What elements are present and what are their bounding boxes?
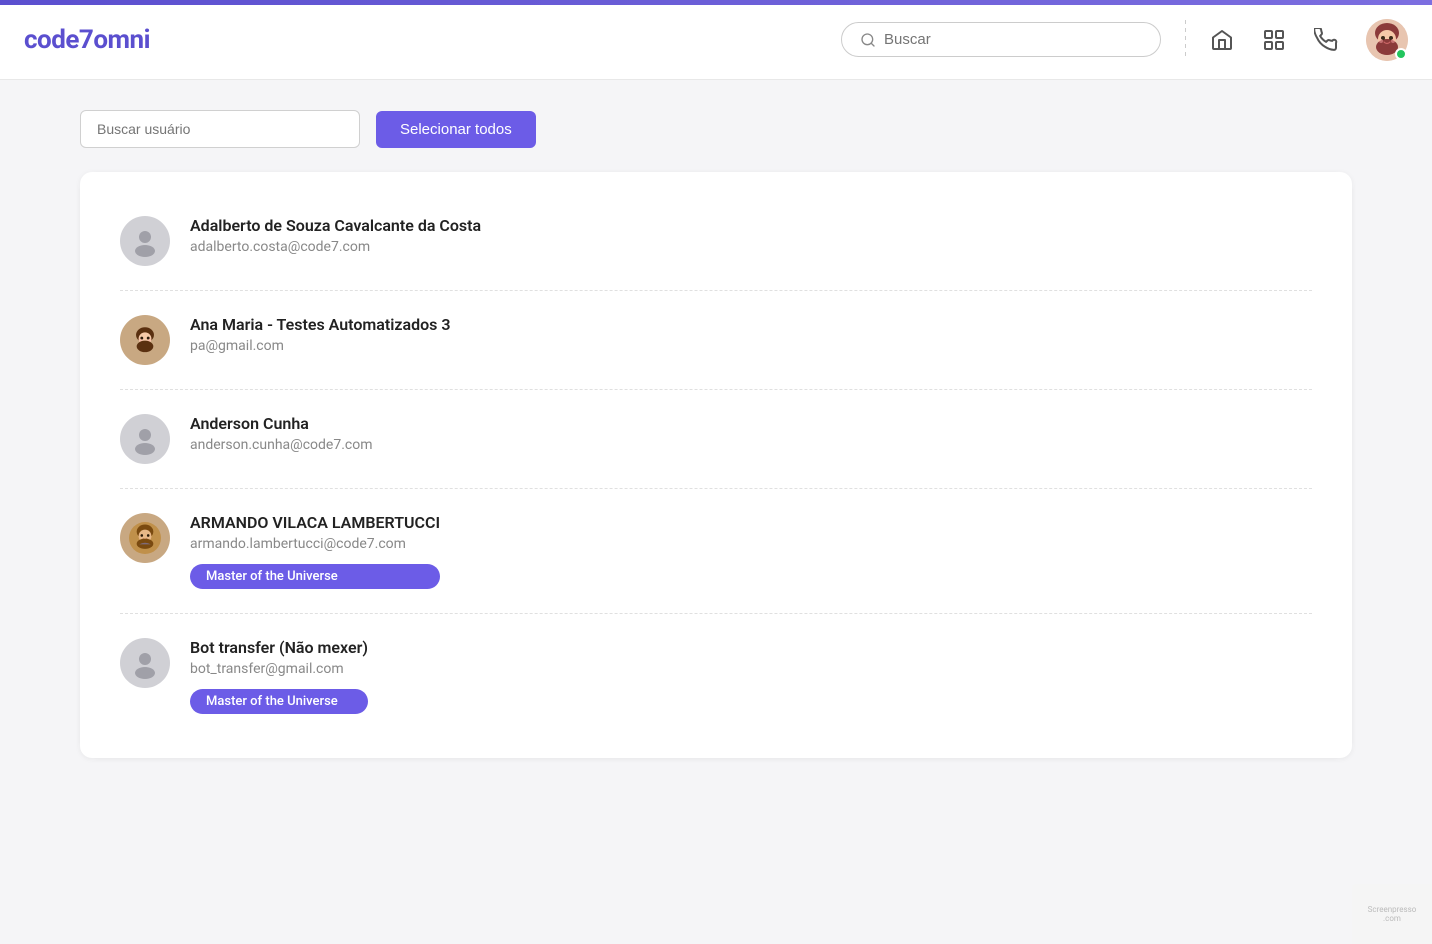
select-all-button[interactable]: Selecionar todos	[376, 111, 536, 148]
table-row[interactable]: Adalberto de Souza Cavalcante da Costa a…	[120, 192, 1312, 291]
avatar	[120, 638, 170, 688]
logo-suffix: omni	[93, 25, 150, 55]
search-icon	[860, 32, 876, 48]
default-avatar-icon	[129, 225, 161, 257]
table-row[interactable]: Bot transfer (Não mexer) bot_transfer@gm…	[120, 614, 1312, 738]
logo: code7omni	[24, 25, 150, 55]
user-name: ARMANDO VILACA LAMBERTUCCI	[190, 513, 440, 532]
topbar-icons	[1210, 19, 1408, 61]
user-info: ARMANDO VILACA LAMBERTUCCI armando.lambe…	[190, 513, 440, 589]
user-email: anderson.cunha@code7.com	[190, 437, 373, 453]
avatar	[120, 315, 170, 365]
avatar	[120, 414, 170, 464]
watermark: Screenpresso.com	[1352, 884, 1432, 944]
status-badge: Master of the Universe	[190, 689, 368, 714]
global-search-input[interactable]	[884, 31, 1142, 48]
user-email: adalberto.costa@code7.com	[190, 239, 481, 255]
status-badge: Master of the Universe	[190, 564, 440, 589]
default-avatar-icon	[129, 423, 161, 455]
logo-number: 7	[79, 25, 93, 55]
table-row[interactable]: Anderson Cunha anderson.cunha@code7.com	[120, 390, 1312, 489]
home-icon[interactable]	[1210, 28, 1234, 52]
topbar-divider	[1185, 20, 1186, 60]
user-info: Anderson Cunha anderson.cunha@code7.com	[190, 414, 373, 453]
avatar	[120, 513, 170, 563]
user-email: armando.lambertucci@code7.com	[190, 536, 440, 552]
phone-icon[interactable]	[1314, 28, 1338, 52]
users-card: Adalberto de Souza Cavalcante da Costa a…	[80, 172, 1352, 758]
topbar-accent	[0, 0, 1432, 5]
user-info: Bot transfer (Não mexer) bot_transfer@gm…	[190, 638, 368, 714]
user-email: pa@gmail.com	[190, 338, 451, 354]
topbar: code7omni	[0, 0, 1432, 80]
anime-avatar-icon	[129, 522, 161, 554]
table-row[interactable]: Ana Maria - Testes Automatizados 3 pa@gm…	[120, 291, 1312, 390]
reports-icon[interactable]	[1262, 28, 1286, 52]
logo-prefix: code	[24, 25, 79, 55]
user-search-input[interactable]	[80, 110, 360, 148]
user-info: Adalberto de Souza Cavalcante da Costa a…	[190, 216, 481, 255]
toolbar-row: Selecionar todos	[80, 110, 1352, 148]
online-indicator	[1395, 48, 1407, 60]
user-info: Ana Maria - Testes Automatizados 3 pa@gm…	[190, 315, 451, 354]
avatar	[120, 216, 170, 266]
user-avatar-button[interactable]	[1366, 19, 1408, 61]
user-name: Adalberto de Souza Cavalcante da Costa	[190, 216, 481, 235]
main-content: Selecionar todos Adalberto de Souza Cava…	[0, 80, 1432, 788]
user-email: bot_transfer@gmail.com	[190, 661, 368, 677]
user-name: Bot transfer (Não mexer)	[190, 638, 368, 657]
global-search-bar[interactable]	[841, 22, 1161, 57]
default-avatar-icon	[129, 647, 161, 679]
anime-avatar-icon	[129, 324, 161, 356]
table-row[interactable]: ARMANDO VILACA LAMBERTUCCI armando.lambe…	[120, 489, 1312, 614]
user-name: Anderson Cunha	[190, 414, 373, 433]
user-name: Ana Maria - Testes Automatizados 3	[190, 315, 451, 334]
